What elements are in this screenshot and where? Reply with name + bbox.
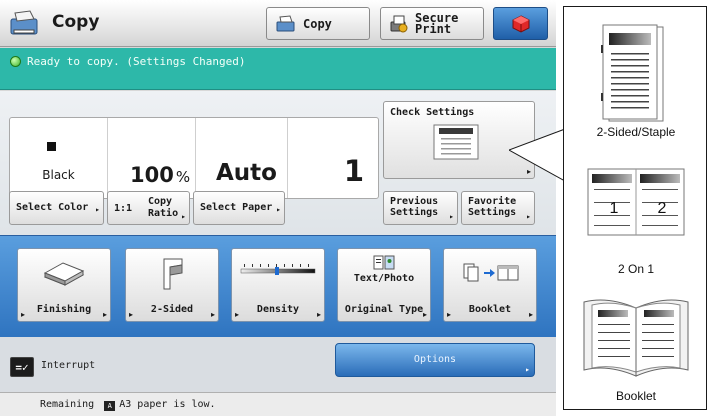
copy-screen: Copy Copy Secure Print Ready to copy. (S… [0,0,556,416]
booklet-icon [463,263,519,282]
stapled-stack-icon [43,262,85,286]
arrow-icon: ▸ [95,205,100,214]
options-button[interactable]: Options ▸ [335,343,535,377]
cube-icon [512,14,529,33]
favorite-settings-label-1: Favorite [468,196,517,207]
finishing-label: Finishing [36,304,92,315]
select-color-button[interactable]: Select Color ▸ [9,191,104,225]
arrow-icon: ▸ [210,310,215,319]
status-bar: Ready to copy. (Settings Changed) [0,48,556,90]
arrow-icon: ▸ [422,310,427,319]
arrow-icon: ▸ [276,205,281,214]
favorite-settings-button[interactable]: Favorite Settings ▸ [461,191,535,225]
copier-icon [10,10,38,35]
text-photo-icon [373,255,395,270]
paper-display: Auto [196,118,288,198]
previous-settings-label-2: Settings [390,207,439,218]
copies-value: 1 [343,154,364,188]
two-sided-icon [163,258,183,290]
options-label: Options [413,354,457,365]
booklet-button[interactable]: ▸ Booklet ▸ [443,248,537,322]
message-suffix: paper is low. [137,399,216,410]
page-number-2: 2 [658,200,667,217]
copy-mode-button[interactable]: Copy [266,7,370,40]
copy-ratio-label-1: Copy [148,196,173,207]
black-color-icon [47,142,56,151]
ratio-unit: % [175,168,191,186]
booklet-doc-icon [583,299,689,377]
arrow-icon: ▸ [528,310,533,319]
callout-pointer [509,127,567,183]
main-menu-button[interactable] [493,7,548,40]
color-value: Black [42,168,75,182]
two-on-one-doc-icon: 1 2 [587,168,685,236]
original-type-label: Original Type [344,304,424,315]
title-bar: Copy Copy Secure Print [0,0,556,47]
ratio-prefix: 1:1 [114,203,133,214]
page-number-1: 1 [610,200,619,217]
status-message: Ready to copy. (Settings Changed) [27,55,246,68]
paper-tray-icon: A [104,401,116,411]
ratio-display: 100% [108,118,196,198]
favorite-settings-label-2: Settings [468,207,517,218]
original-type-button[interactable]: Text/Photo Original Type ▸ [337,248,431,322]
previous-settings-label-1: Previous [390,196,439,207]
check-settings-label: Check Settings [390,107,475,118]
two-sided-staple-label: 2-Sided/Staple [596,125,676,139]
ready-status-icon [10,56,21,67]
two-sided-staple-doc-icon [601,24,664,122]
text-photo-label: Text/Photo [353,273,415,284]
copy-mode-label: Copy [303,16,332,31]
finishing-button[interactable]: ▸ Finishing ▸ [17,248,111,322]
interrupt-label: Interrupt [41,360,96,371]
message-prefix: Remaining [40,399,95,410]
two-sided-button[interactable]: ▸ 2-Sided ▸ [125,248,219,322]
density-scale-icon [240,264,316,275]
copy-ratio-button[interactable]: 1:1 Copy Ratio ▸ [107,191,190,225]
secure-print-button[interactable]: Secure Print [380,7,484,40]
density-button[interactable]: ▸ Density ▸ [231,248,325,322]
color-display: Black [10,118,108,198]
booklet-callout-label: Booklet [615,389,657,403]
arrow-icon: ▸ [181,212,186,221]
interrupt-icon: =✓ [15,360,29,374]
current-settings-display: Black 100% Auto 1 [9,117,379,199]
interrupt-button[interactable]: =✓ [10,357,34,377]
settings-callout-panel: 2-Sided/Staple 1 2 2 On 1 Booklet [563,6,707,410]
arrow-icon: ▸ [449,212,454,221]
secure-print-icon [390,15,408,32]
density-label: Density [256,304,300,315]
paper-size: A3 [119,399,132,410]
two-on-one-label: 2 On 1 [617,262,655,276]
select-paper-button[interactable]: Select Paper ▸ [193,191,285,225]
message-bar: Remaining A A3 paper is low. [0,392,556,416]
select-paper-label: Select Paper [200,202,273,213]
copier-small-icon [276,14,295,31]
copy-ratio-label-2: Ratio [148,208,179,219]
document-preview-icon [433,124,479,160]
arrow-icon: ▸ [102,310,107,319]
copy-settings-panel: Black 100% Auto 1 Select Color ▸ 1:1 Cop… [0,91,556,235]
previous-settings-button[interactable]: Previous Settings ▸ [383,191,458,225]
function-panel: ▸ Finishing ▸ ▸ 2-Sided ▸ ▸ Density ▸ Te… [0,235,556,337]
select-color-label: Select Color [16,202,89,213]
bottom-panel: =✓ Interrupt Options ▸ [0,337,556,392]
secure-print-label-2: Print [415,21,452,36]
booklet-label: Booklet [468,304,512,315]
arrow-icon: ▸ [525,365,530,374]
paper-value: Auto [216,160,277,186]
page-title: Copy [52,12,100,32]
arrow-icon: ▸ [316,310,321,319]
arrow-icon: ▸ [526,212,531,221]
ratio-value: 100 [130,163,174,187]
two-sided-label: 2-Sided [150,304,194,315]
copies-display: 1 [288,118,378,198]
